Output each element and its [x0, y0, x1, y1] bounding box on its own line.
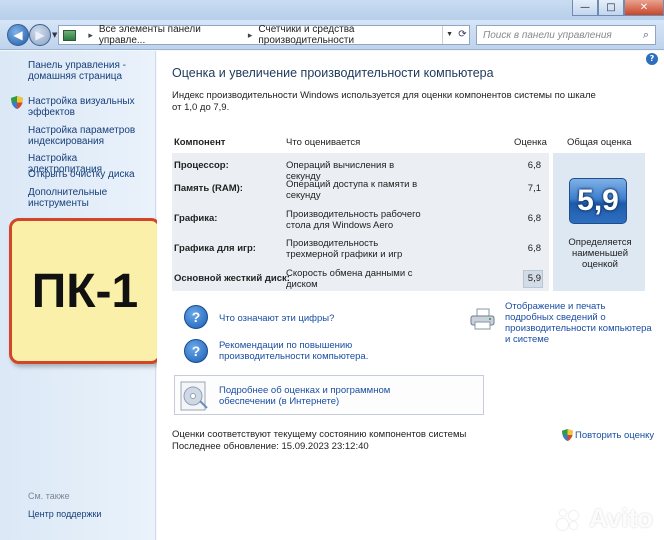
search-input[interactable]: Поиск в панели управления ⌕	[476, 25, 656, 45]
back-button[interactable]: ◀	[7, 24, 29, 46]
watermark-text: Avito	[589, 503, 654, 533]
search-icon[interactable]: ⌕	[637, 29, 655, 42]
status-line: Оценки соответствуют текущему состоянию …	[172, 429, 467, 440]
maximize-button[interactable]: □	[598, 0, 624, 16]
last-update-line: Последнее обновление: 15.09.2023 23:12:4…	[172, 440, 369, 452]
overall-score-badge: 5,9	[569, 178, 627, 224]
see-also-heading: См. также	[28, 491, 70, 501]
column-header-what: Что оценивается	[286, 137, 361, 148]
uac-shield-icon	[11, 96, 23, 109]
sidebar-item-advanced-tools[interactable]: Дополнительные инструменты	[28, 187, 152, 209]
breadcrumb-separator: ▸	[88, 29, 93, 40]
sidebar-item-disk-cleanup[interactable]: Открыть очистку диска	[28, 169, 152, 180]
status-text: Оценки соответствуют текущему состоянию …	[172, 429, 466, 452]
help-question-icon: ?	[184, 339, 208, 363]
page-title: Оценка и увеличение производительности к…	[172, 66, 494, 80]
table-row-component: Графика для игр:	[174, 243, 256, 254]
table-row-description: Производительность рабочего стола для Wi…	[286, 209, 421, 231]
sidebar-item-indexing[interactable]: Настройка параметров индексирования	[28, 125, 152, 147]
column-header-score: Оценка	[514, 137, 547, 148]
recent-pages-dropdown[interactable]: ▼	[52, 31, 57, 39]
table-row-description: Производительность трехмерной графики и …	[286, 238, 403, 260]
table-row-component: Процессор:	[174, 160, 229, 171]
avito-watermark: Avito	[555, 503, 653, 534]
help-question-icon: ?	[184, 305, 208, 329]
breadcrumb-separator: ▸	[247, 29, 253, 40]
search-placeholder: Поиск в панели управления	[483, 29, 612, 41]
address-bar[interactable]: ▸ Все элементы панели управле... ▸ Счетч…	[58, 24, 470, 46]
printer-icon	[470, 308, 495, 330]
print-details-link[interactable]: Отображение и печать подробных сведений …	[505, 301, 655, 345]
uac-shield-icon	[562, 429, 573, 441]
table-row-component: Основной жесткий диск:	[174, 273, 290, 284]
close-button[interactable]: ✕	[624, 0, 664, 16]
control-panel-icon	[63, 29, 77, 41]
pc-label-sticker: ПК-1	[9, 218, 161, 364]
table-row-description: Операций доступа к памяти в секунду	[286, 179, 418, 201]
forward-button[interactable]: ▶	[29, 24, 51, 46]
table-row-score: 6,8	[527, 160, 541, 171]
column-header-overall: Общая оценка	[567, 137, 632, 148]
table-row-description: Скорость обмена данными с диском	[286, 268, 413, 290]
main-content: Оценка и увеличение производительности к…	[157, 51, 664, 540]
sidebar-item-visual-effects[interactable]: Настройка визуальных эффектов	[28, 96, 152, 118]
breadcrumb-item[interactable]: Счетчики и средства производительности	[258, 24, 442, 46]
rerun-label: Повторить оценку	[575, 429, 655, 441]
table-row-component: Память (RAM):	[174, 183, 243, 194]
table-row-score: 6,8	[527, 243, 541, 254]
navigation-bar: ◀ ▶ ▼ ▸ Все элементы панели управле... ▸…	[0, 20, 664, 50]
overall-score-note: Определяется наименьшей оценкой	[568, 237, 632, 270]
window-titlebar: — □ ✕	[0, 0, 664, 20]
sidebar-item-action-center[interactable]: Центр поддержки	[28, 509, 101, 519]
breadcrumb-item[interactable]: Все элементы панели управле...	[99, 24, 242, 46]
recommendations-link[interactable]: Рекомендации по повышению производительн…	[219, 340, 399, 362]
avito-logo-icon	[555, 507, 585, 531]
more-info-link[interactable]: Подробнее об оценках и программном обесп…	[219, 385, 419, 407]
address-dropdown-icon[interactable]: ▼	[442, 26, 455, 44]
software-disc-icon	[180, 381, 208, 411]
rerun-assessment-button[interactable]: Повторить оценку	[562, 429, 654, 441]
column-header-component: Компонент	[174, 137, 226, 148]
what-numbers-link[interactable]: Что означают эти цифры?	[219, 313, 334, 324]
sidebar-item-home[interactable]: Панель управления - домашняя страница	[28, 60, 152, 82]
table-row-score: 6,8	[527, 213, 541, 224]
window-controls: — □ ✕	[572, 0, 664, 16]
help-icon[interactable]: ?	[646, 53, 658, 65]
intro-text: Индекс производительности Windows исполь…	[172, 90, 596, 113]
minimize-button[interactable]: —	[572, 0, 598, 16]
refresh-icon[interactable]: ⟳	[456, 26, 469, 44]
table-row-score: 5,9	[527, 273, 541, 284]
table-row-score: 7,1	[527, 183, 541, 194]
table-row-component: Графика:	[174, 213, 218, 224]
